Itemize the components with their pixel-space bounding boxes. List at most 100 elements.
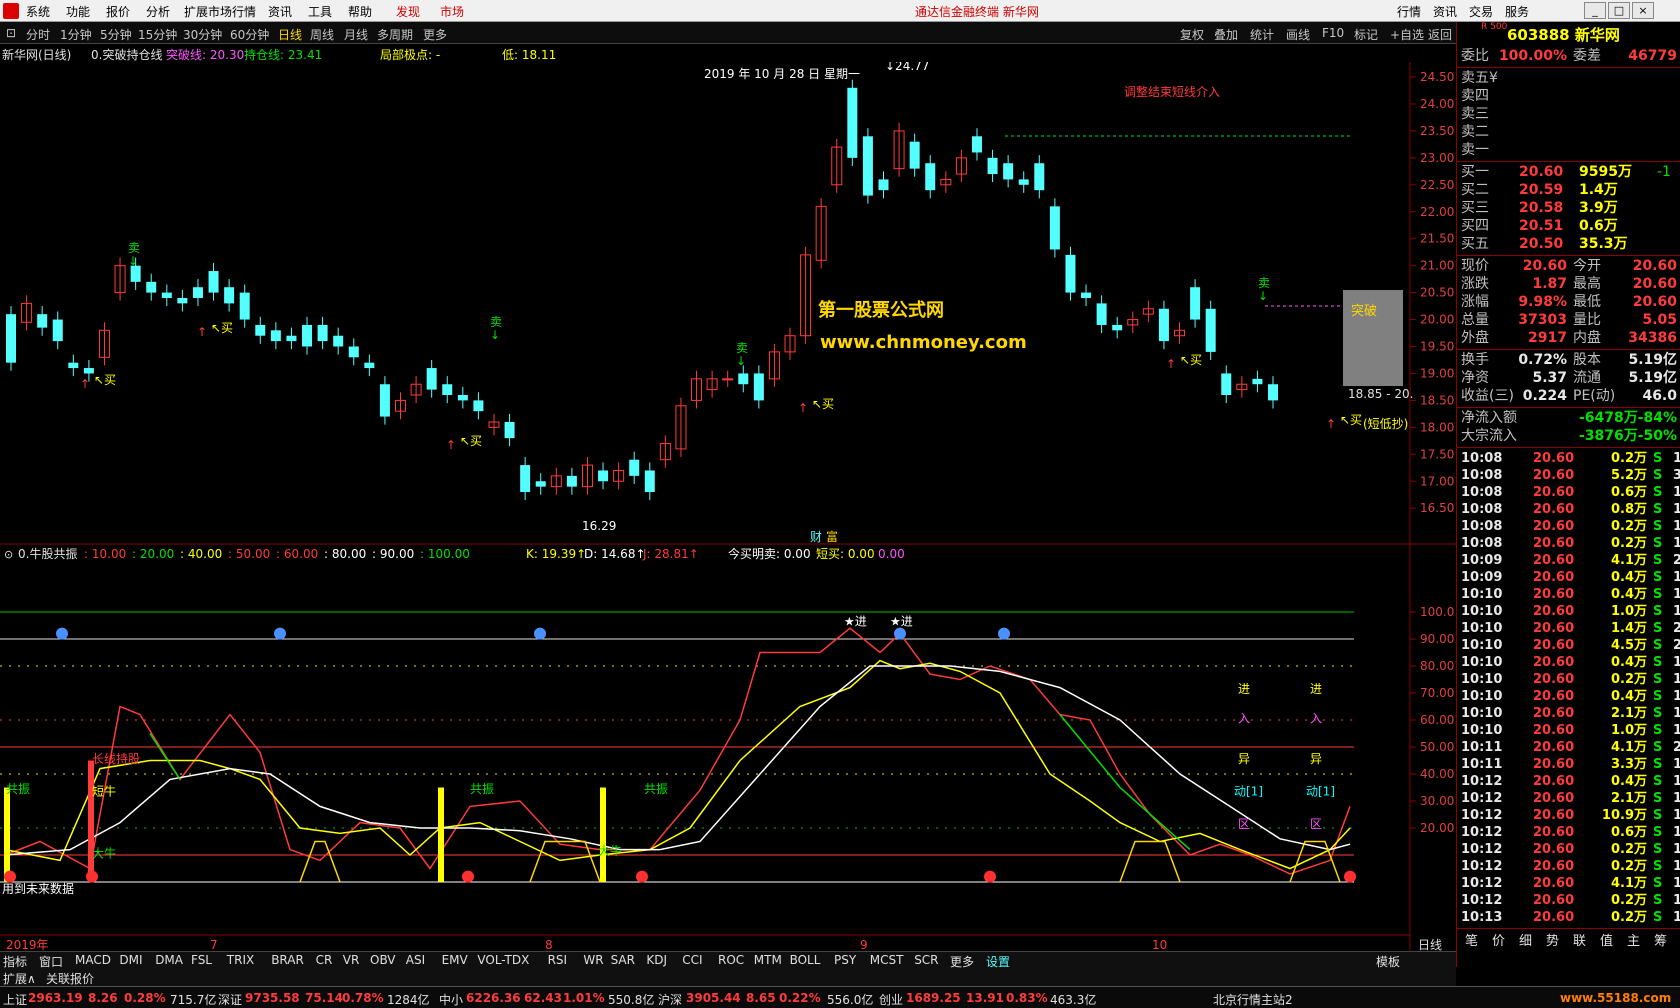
candle-body-down xyxy=(379,384,390,417)
indicator-tab-dma[interactable]: DMA xyxy=(155,953,183,967)
index-zx-label[interactable]: 中小 xyxy=(439,991,463,1008)
indicator-tab-cci[interactable]: CCI xyxy=(682,953,702,967)
period-tab-multi[interactable]: 多周期 xyxy=(377,26,413,43)
extend-tab[interactable]: 扩展∧ xyxy=(3,970,36,987)
minimize-button[interactable]: _ xyxy=(1584,2,1606,19)
indicator-tab-设置[interactable]: 设置 xyxy=(986,953,1010,970)
index-sh-label[interactable]: 上证 xyxy=(3,991,27,1008)
server-name[interactable]: 北京行情主站2 xyxy=(1213,991,1293,1008)
stat-value: 20.60 xyxy=(1632,294,1677,310)
indicator-tab-emv[interactable]: EMV xyxy=(442,953,468,967)
period-tab-daily[interactable]: 日线 xyxy=(278,26,302,43)
period-tab-timeline[interactable]: 分时 xyxy=(26,26,50,43)
period-tab-5min[interactable]: 5分钟 xyxy=(100,26,132,43)
period-tab-15min[interactable]: 15分钟 xyxy=(138,26,177,43)
index-hs-label[interactable]: 沪深 xyxy=(658,991,682,1008)
indicator-tab-窗口[interactable]: 窗口 xyxy=(39,953,63,970)
menu-extended-market[interactable]: 扩展市场行情 xyxy=(184,3,256,20)
toolbar-menu-icon[interactable]: ⊡ xyxy=(6,26,16,40)
close-button[interactable]: × xyxy=(1632,2,1654,19)
indicator-tab-vol-tdx[interactable]: VOL-TDX xyxy=(477,953,529,967)
quote-tab-7[interactable]: 筹 xyxy=(1654,930,1667,949)
menu-right-service[interactable]: 服务 xyxy=(1505,3,1529,20)
indicator-tab-obv[interactable]: OBV xyxy=(370,953,396,967)
indicator-tab-fsl[interactable]: FSL xyxy=(191,953,212,967)
back-button[interactable]: 返回 xyxy=(1428,26,1452,43)
menu-news[interactable]: 资讯 xyxy=(268,3,292,20)
menu-quote[interactable]: 报价 xyxy=(106,3,130,20)
tick-count: 1 xyxy=(1673,519,1680,534)
menu-function[interactable]: 功能 xyxy=(66,3,90,20)
indicator-tab-boll[interactable]: BOLL xyxy=(790,953,821,967)
period-tab-weekly[interactable]: 周线 xyxy=(310,26,334,43)
maximize-button[interactable]: □ xyxy=(1608,2,1630,19)
indicator-tab-kdj[interactable]: KDJ xyxy=(646,953,667,967)
blue-ball-icon xyxy=(894,627,906,640)
indicator-tab-cr[interactable]: CR xyxy=(316,953,333,967)
tick-time: 10:12 xyxy=(1461,825,1503,840)
menu-help[interactable]: 帮助 xyxy=(348,3,372,20)
tick-row: 10:12 20.60 4.1万 S 1 xyxy=(1461,875,1680,893)
indicator-tab-更多[interactable]: 更多 xyxy=(950,953,974,970)
indicator-tab-scr[interactable]: SCR xyxy=(914,953,938,967)
overlay-button[interactable]: 叠加 xyxy=(1214,26,1238,43)
draw-line-button[interactable]: 画线 xyxy=(1286,26,1310,43)
period-tab-30min[interactable]: 30分钟 xyxy=(183,26,222,43)
quote-tab-5[interactable]: 值 xyxy=(1600,930,1613,949)
menu-right-news[interactable]: 资讯 xyxy=(1433,3,1457,20)
mark-button[interactable]: 标记 xyxy=(1354,26,1378,43)
template-tab[interactable]: 模板 xyxy=(1376,953,1400,970)
indicator-tab-trix[interactable]: TRIX xyxy=(227,953,254,967)
indicator-tab-brar[interactable]: BRAR xyxy=(271,953,304,967)
period-tab-monthly[interactable]: 月线 xyxy=(344,26,368,43)
indicator-tab-vr[interactable]: VR xyxy=(343,953,360,967)
restore-rights-button[interactable]: 复权 xyxy=(1180,26,1204,43)
period-tab-more[interactable]: 更多 xyxy=(423,26,447,43)
tick-count: 1 xyxy=(1673,689,1680,704)
quote-tab-0[interactable]: 笔 xyxy=(1465,930,1478,949)
index-cy-label[interactable]: 创业 xyxy=(879,991,903,1008)
indicator-tab-psy[interactable]: PSY xyxy=(834,953,856,967)
menu-market[interactable]: 市场 xyxy=(440,3,464,20)
quote-tab-6[interactable]: 主 xyxy=(1627,930,1640,949)
tick-time: 10:10 xyxy=(1461,723,1503,738)
menu-discover[interactable]: 发现 xyxy=(396,3,420,20)
related-quote-tab[interactable]: 关联报价 xyxy=(46,970,94,987)
menu-tools[interactable]: 工具 xyxy=(308,3,332,20)
index-sz-label[interactable]: 深证 xyxy=(218,991,242,1008)
indicator-tab-dmi[interactable]: DMI xyxy=(119,953,142,967)
candle-body-down xyxy=(1190,287,1201,320)
indicator-tab-指标[interactable]: 指标 xyxy=(3,953,27,970)
quote-tab-4[interactable]: 联 xyxy=(1573,930,1586,949)
quote-tab-3[interactable]: 势 xyxy=(1546,930,1559,949)
menu-system[interactable]: 系统 xyxy=(26,3,50,20)
formula-name[interactable]: 0.突破持仓线 xyxy=(91,46,162,63)
tick-price: 20.60 xyxy=(1533,791,1575,806)
menu-right-quote[interactable]: 行情 xyxy=(1397,3,1421,20)
indicator-tab-wr[interactable]: WR xyxy=(583,953,603,967)
menu-right-trade[interactable]: 交易 xyxy=(1469,3,1493,20)
chart-area[interactable]: 24.50 24.00 23.50 23.00 22.50 22.00 21.50 21.00… xyxy=(0,62,1456,951)
indicator-tab-asi[interactable]: ASI xyxy=(406,953,425,967)
quote-tab-1[interactable]: 价 xyxy=(1492,930,1505,949)
j-green-segment xyxy=(1059,714,1191,851)
tick-side: S xyxy=(1653,757,1663,772)
period-tab-1min[interactable]: 1分钟 xyxy=(60,26,92,43)
indicator-tab-roc[interactable]: ROC xyxy=(718,953,744,967)
stock-code-name[interactable]: 603888 新华网 xyxy=(1507,24,1620,45)
tick-price: 20.60 xyxy=(1533,451,1575,466)
indicator-tab-mcst[interactable]: MCST xyxy=(870,953,904,967)
indicator-tab-macd[interactable]: MACD xyxy=(75,953,111,967)
add-watchlist-button[interactable]: +自选 xyxy=(1390,26,1424,43)
menu-analysis[interactable]: 分析 xyxy=(146,3,170,20)
quote-header: 603888 新华网 R 500 xyxy=(1457,22,1680,44)
statistics-button[interactable]: 统计 xyxy=(1250,26,1274,43)
period-tab-60min[interactable]: 60分钟 xyxy=(230,26,269,43)
index-sz-value: 9735.58 xyxy=(245,991,300,1005)
f10-button[interactable]: F10 xyxy=(1322,26,1344,40)
indicator-tab-sar[interactable]: SAR xyxy=(611,953,635,967)
quote-tab-2[interactable]: 细 xyxy=(1519,930,1532,949)
indicator-tab-rsi[interactable]: RSI xyxy=(548,953,568,967)
indicator-tab-mtm[interactable]: MTM xyxy=(754,953,782,967)
stat-label: PE(动) xyxy=(1573,388,1616,404)
